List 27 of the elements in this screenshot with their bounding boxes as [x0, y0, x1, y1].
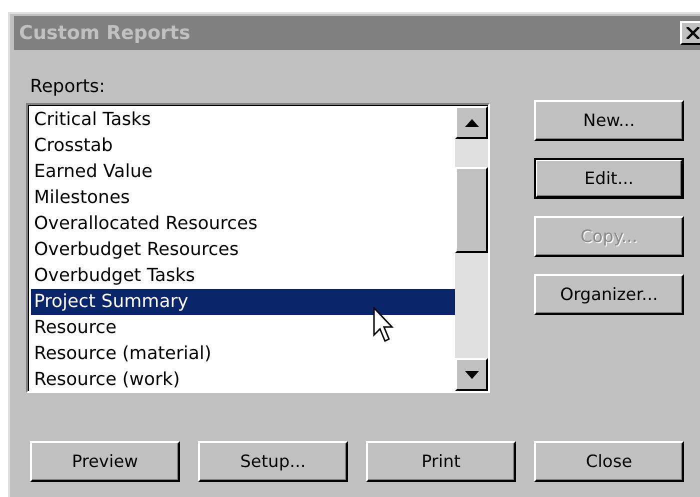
up-arrow-icon [464, 118, 478, 126]
report-list-item[interactable]: Resource (material) [31, 341, 455, 367]
dialog-button[interactable]: New... [534, 100, 684, 141]
report-list-item[interactable]: Crosstab [31, 133, 455, 159]
dialog-button[interactable]: Print [366, 441, 516, 482]
scroll-up-button[interactable] [455, 106, 488, 139]
report-list-item[interactable]: Milestones [31, 185, 455, 211]
dialog-button[interactable]: Edit... [534, 158, 684, 199]
report-list-item[interactable]: Overbudget Resources [31, 237, 455, 263]
report-list-item[interactable]: Overallocated Resources [31, 211, 455, 237]
report-list-item[interactable]: Earned Value [31, 159, 455, 185]
report-list-item[interactable]: Project Summary [31, 289, 455, 315]
window-title: Custom Reports [19, 22, 190, 44]
dialog-button[interactable]: Organizer... [534, 274, 684, 315]
report-list-item[interactable]: Overbudget Tasks [31, 263, 455, 289]
scroll-down-button[interactable] [455, 358, 488, 391]
reports-label: Reports: [29, 75, 106, 99]
report-list-item[interactable]: Resource (work) [31, 367, 455, 391]
close-icon [686, 27, 700, 39]
down-arrow-icon [464, 370, 478, 378]
scroll-thumb[interactable] [455, 167, 488, 253]
scrollbar[interactable] [455, 105, 488, 391]
dialog-button[interactable]: Setup... [198, 441, 348, 482]
dialog-button[interactable]: Preview [30, 441, 180, 482]
report-list-item[interactable]: Critical Tasks [31, 107, 455, 133]
report-list-item[interactable]: Resource [31, 315, 455, 341]
dialog-button[interactable]: Close [534, 441, 684, 482]
